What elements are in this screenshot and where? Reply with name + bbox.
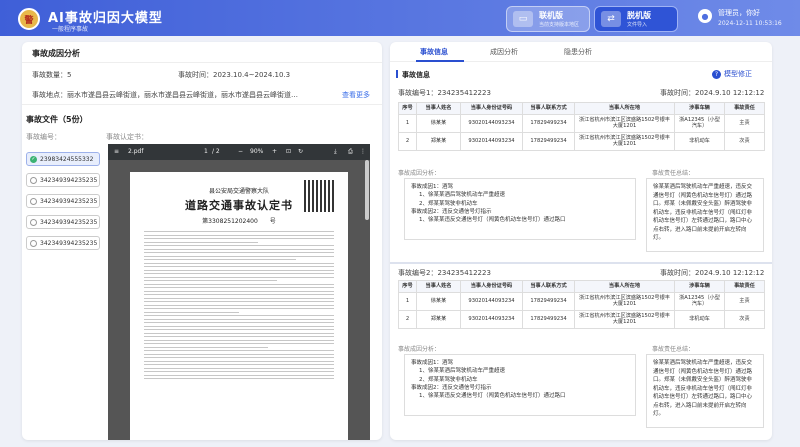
zoom-level[interactable]: 90% <box>250 148 263 155</box>
more-icon[interactable]: ⋮ <box>360 148 366 155</box>
pdf-toolbar: ≡ 2.pdf 1 / 2 − 90% + ⊡ ↻ ⤓ ⎙ ⋮ <box>108 144 370 160</box>
case-item[interactable]: ✓ 23983424555332 <box>26 152 100 166</box>
case-item[interactable]: 342349394235235 <box>26 236 100 250</box>
zoom-in-icon[interactable]: + <box>272 148 277 155</box>
cause-analysis-box: 事故成因1：酒驾 1、徐某某酒后驾驶机动车严重超速 2、郑某某驾驶非机动车 事故… <box>404 178 636 240</box>
app-subtitle: 一般程序事故 <box>52 26 89 33</box>
responsibility-summary: 徐某某酒后驾驶机动车严重超速，违反交通信号灯（闯黄色机动车信号灯）通过路口。郑某… <box>646 178 764 252</box>
radio-icon <box>30 176 37 184</box>
active-tab-indicator <box>416 60 464 62</box>
panel-title: 事故成因分析 <box>32 49 80 58</box>
case-item[interactable]: 342349394235235 <box>26 194 100 208</box>
table-row: 2 郑某某 93020144093234 17829499234 浙江省杭州市滨江区滨盛… <box>398 131 765 151</box>
check-icon: ✓ <box>30 155 37 163</box>
party-table: 序号 当事人姓名 当事人身份证号码 当事人联系方式 当事人所在地 涉事车辆 事故责任 1 徐某… <box>398 280 765 329</box>
doc-body <box>144 231 334 379</box>
case-item[interactable]: 342349394235235 <box>26 173 100 187</box>
view-more-link[interactable]: 查看更多 <box>342 90 370 100</box>
app-header: 警 AI事故归因大模型 一般程序事故 ▭ 联机版 当前支持版本地区 ⇄ 脱机版 文件… <box>0 0 800 36</box>
case-item[interactable]: 342349394235235 <box>26 215 100 229</box>
current-time: 2024-12-11 10:53:16 <box>718 20 782 27</box>
files-title: 事故文件（5份） <box>26 115 88 124</box>
viewer-scrollbar[interactable] <box>365 160 369 220</box>
cause-analysis-panel: 事故成因分析 事故数量：5 事故时间：2023.10.4~2024.10.3 事… <box>22 42 382 440</box>
pdf-filename: 2.pdf <box>128 148 144 155</box>
print-icon[interactable]: ⎙ <box>348 148 353 156</box>
user-avatar-icon: ● <box>698 9 712 23</box>
incident-count: 5 <box>67 71 72 79</box>
responsibility-summary: 徐某某酒后驾驶机动车严重超速，违反交通信号灯（闯黄色机动车信号灯）通过路口。郑某… <box>646 354 764 428</box>
radio-icon <box>30 239 37 247</box>
section-title: 事故信息 <box>402 71 430 79</box>
online-mode-button[interactable]: ▭ 联机版 当前支持版本地区 <box>506 6 590 32</box>
tab-cause-analysis[interactable]: 成因分析 <box>490 47 518 57</box>
cause-analysis-box: 事故成因1：酒驾 1、徐某某酒后驾驶机动车严重超速 2、郑某某驾驶非机动车 事故… <box>404 354 636 416</box>
party-table: 序号 当事人姓名 当事人身份证号码 当事人联系方式 当事人所在地 涉事车辆 事故责任 1 徐某… <box>398 102 765 151</box>
zoom-out-icon[interactable]: − <box>238 148 243 155</box>
incident-detail-panel: 事故信息 成因分析 隐患分析 事故信息 ? 模型修正 事故编号1：2342354… <box>390 42 772 440</box>
pdf-page: 县公安局交通警察大队 道路交通事故认定书 第3308251202400 号 <box>130 172 348 440</box>
menu-icon[interactable]: ≡ <box>114 148 119 155</box>
incident-time-range: 2023.10.4~2024.10.3 <box>213 71 291 79</box>
pdf-viewer[interactable]: ≡ 2.pdf 1 / 2 − 90% + ⊡ ↻ ⤓ ⎙ ⋮ 县公安局交通警察… <box>108 144 370 440</box>
doc-number: 第3308251202400 号 <box>202 218 276 225</box>
tab-bar: 事故信息 成因分析 隐患分析 <box>390 42 772 62</box>
fit-page-icon[interactable]: ⊡ <box>286 148 291 155</box>
rotate-icon[interactable]: ↻ <box>298 148 303 155</box>
tab-hazard-analysis[interactable]: 隐患分析 <box>564 47 592 57</box>
offline-mode-button[interactable]: ⇄ 脱机版 文件导入 <box>594 6 678 32</box>
download-icon[interactable]: ⤓ <box>334 148 337 156</box>
page-number[interactable]: 1 <box>204 148 208 155</box>
model-fix-button[interactable]: ? 模型修正 <box>712 69 752 79</box>
table-row: 1 徐某某 93020144093234 17829499234 浙江省杭州市滨江区滨盛… <box>398 113 765 133</box>
table-row: 2 郑某某 93020144093234 17829499234 浙江省杭州市滨江区滨盛… <box>398 309 765 329</box>
table-row: 1 徐某某 93020144093234 17829499234 浙江省杭州市滨江区滨盛… <box>398 291 765 311</box>
user-greeting: 管理员，你好 <box>718 9 760 17</box>
police-badge-logo: 警 <box>18 8 40 30</box>
incident-time: 2024.9.10 12:12:12 <box>695 89 765 97</box>
incident-number: 234235412223 <box>437 89 491 97</box>
monitor-icon: ▭ <box>513 11 533 27</box>
file-import-icon: ⇄ <box>601 11 621 27</box>
tab-incident-info[interactable]: 事故信息 <box>420 47 448 57</box>
qr-code <box>304 180 336 212</box>
radio-icon <box>30 218 37 226</box>
radio-icon <box>30 197 37 205</box>
help-icon: ? <box>712 69 721 79</box>
incident-time: 2024.9.10 12:12:12 <box>695 269 765 277</box>
incident-number: 234235412223 <box>437 269 491 277</box>
incident-locations: 丽水市遂昌县云峰街道，丽水市遂昌县云峰街道，丽水市遂昌县云峰街道… <box>67 91 298 99</box>
